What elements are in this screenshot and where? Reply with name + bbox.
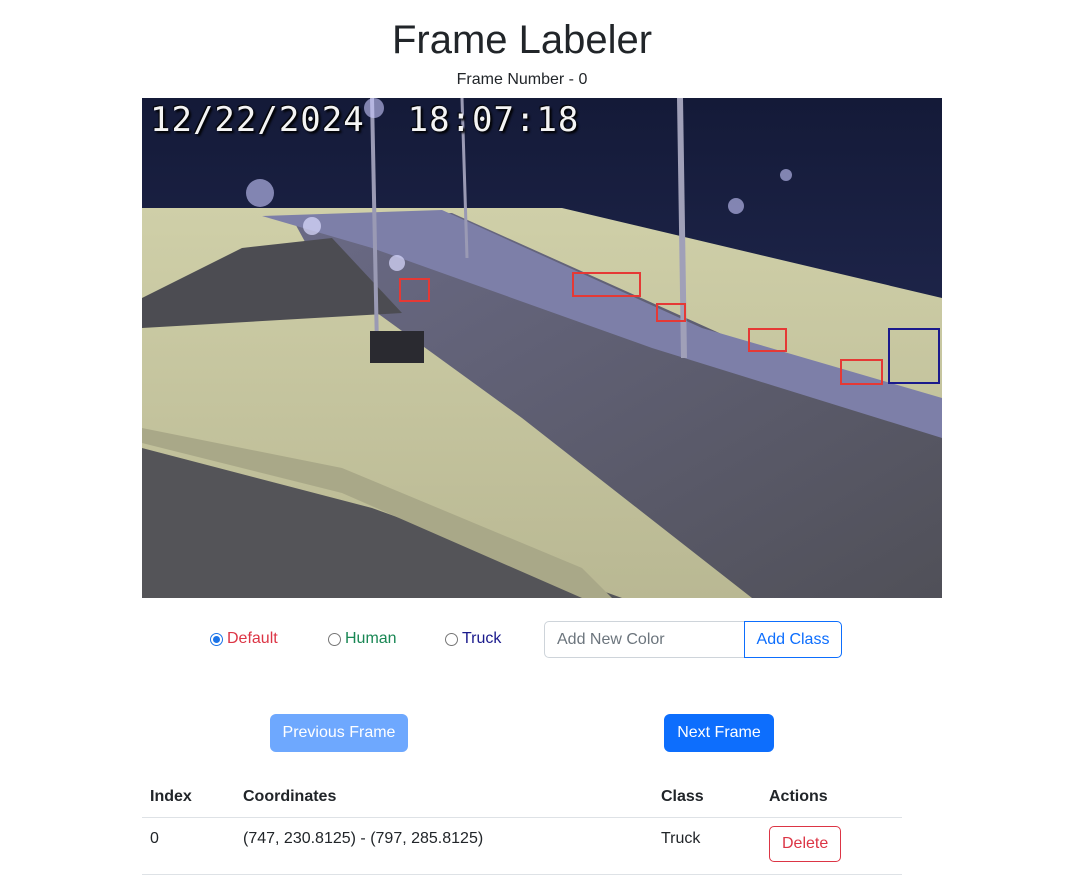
radio-truck[interactable] [445, 632, 458, 646]
delete-button[interactable]: Delete [769, 825, 842, 862]
add-class-button[interactable]: Add Class [744, 621, 842, 658]
header-index: Index [142, 777, 235, 818]
header-class: Class [653, 777, 761, 818]
radio-default[interactable] [210, 632, 223, 646]
previous-frame-button[interactable]: Previous Frame [270, 714, 408, 752]
page-title: Frame Labeler [391, 18, 653, 62]
table-row: 0 (747, 230.8125) - (797, 285.8125) Truc… [142, 817, 902, 875]
annotations-table: Index Coordinates Class Actions 0 (747, … [142, 777, 902, 875]
new-color-input[interactable]: Add New Color [544, 621, 745, 658]
row-coordinates: (747, 230.8125) - (797, 285.8125) [235, 817, 653, 875]
header-actions: Actions [761, 777, 902, 818]
class-option-human[interactable]: Human [328, 630, 397, 648]
class-label-truck: Truck [462, 630, 502, 647]
radio-human[interactable] [328, 632, 341, 646]
bbox-default-2[interactable] [572, 272, 641, 297]
class-label-human: Human [345, 630, 397, 647]
bbox-default-3[interactable] [656, 303, 686, 322]
bbox-default-4[interactable] [748, 328, 787, 352]
row-actions: Delete [761, 817, 902, 875]
row-class: Truck [653, 817, 761, 875]
bbox-truck-0[interactable] [888, 328, 940, 384]
row-index: 0 [142, 817, 235, 875]
frame-timestamp: 12/22/2024 18:07:18 [150, 100, 580, 140]
frame-canvas[interactable]: 12/22/2024 18:07:18 [142, 98, 942, 598]
bbox-default-1[interactable] [399, 278, 430, 302]
bbox-default-5[interactable] [840, 359, 883, 385]
frame-number: Frame Number - 0 [456, 71, 588, 88]
class-option-default[interactable]: Default [210, 630, 278, 648]
class-selector: Default Human Truck Add New Color Add Cl… [0, 620, 1091, 660]
header-coordinates: Coordinates [235, 777, 653, 818]
class-option-truck[interactable]: Truck [445, 630, 501, 648]
table-header-row: Index Coordinates Class Actions [142, 777, 902, 818]
next-frame-button[interactable]: Next Frame [664, 714, 774, 752]
class-label-default: Default [227, 630, 278, 647]
frame-image [142, 98, 942, 598]
